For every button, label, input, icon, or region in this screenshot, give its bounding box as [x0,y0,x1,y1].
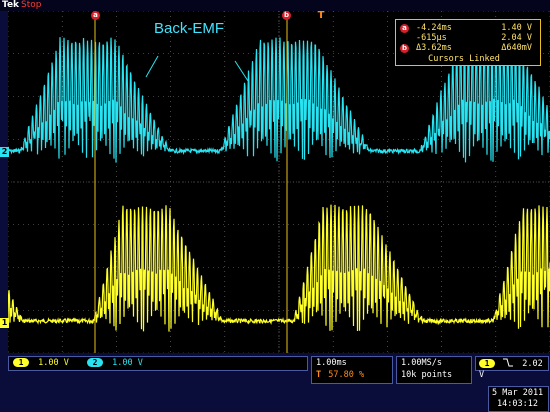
trigger-position-marker[interactable]: T [316,10,326,22]
cursor-b-badge: b [400,44,409,53]
sample-rate: 1.00MS/s [401,358,442,368]
cursor-readout-panel: a -4.24ms 1.40 V -615µs 2.04 V b Δ3.62ms… [395,19,541,66]
falling-edge-icon [503,358,514,367]
channel-1-badge: 1 [13,358,29,367]
trigger-position-icon: T [316,370,322,380]
channel-1-ground-marker[interactable]: 1 [0,318,9,328]
cursor-a-row: a -4.24ms 1.40 V [400,23,536,33]
timebase-scale: 1.00ms [316,358,347,368]
cursor-b-voltage: 2.04 V [501,33,532,43]
cursor-b-top-marker[interactable]: b [282,11,291,20]
channel-2-scale-value: 1.00 V [112,358,143,368]
brand-label: Tek [2,0,20,10]
date-label: 5 Mar 2011 [492,388,544,398]
settings-readout-bar: 1 1.00 V 2 1.00 V 1.00ms T 57.80 % 1.00M… [0,353,550,412]
cursors-linked-label: Cursors Linked [428,54,500,64]
cursor-delta-voltage: Δ640mV [501,43,532,53]
cursor-a-badge: a [400,24,409,33]
annotation-arrow-left [145,55,159,78]
channel-scale-box[interactable]: 1 1.00 V 2 1.00 V [8,356,308,371]
record-length: 10k points [401,370,453,380]
cursor-a-top-marker[interactable]: a [91,11,100,20]
trigger-source-badge: 1 [479,359,495,368]
channel-2-badge: 2 [87,358,103,367]
acquisition-box[interactable]: 1.00MS/s 10k points [396,356,472,384]
cursor-a-time: -4.24ms [416,23,452,33]
cursor-b-row: -615µs 2.04 V [400,33,536,43]
trigger-readout: 1 2.02 V [479,358,548,381]
oscilloscope-display: Tek Stop a b T 2 1 Back-EMF a -4.24ms 1.4… [0,0,550,412]
cursor-delta-row: b Δ3.62ms Δ640mV [400,43,536,53]
trigger-box[interactable]: 1 2.02 V [475,356,549,380]
time-label: 14:03:12 [497,399,538,409]
channel-1-waveform [8,204,550,332]
annotation-arrow-right [234,60,249,82]
timebase-position-row: T 57.80 % [316,370,364,381]
back-emf-annotation: Back-EMF [154,20,225,37]
timebase-position: 57.80 % [328,370,365,380]
cursor-b-time: -615µs [416,33,447,43]
datetime-box: 5 Mar 2011 14:03:12 [488,386,549,412]
status-bar: Tek Stop [0,0,550,11]
channel-2-ground-marker[interactable]: 2 [0,147,9,157]
channel-1-scale-value: 1.00 V [38,358,69,368]
cursor-delta-time: Δ3.62ms [416,43,452,53]
timebase-box[interactable]: 1.00ms T 57.80 % [311,356,393,384]
channel-2-scale[interactable]: 2 1.00 V [87,358,143,369]
channel-1-scale[interactable]: 1 1.00 V [13,358,69,369]
cursor-a-voltage: 1.40 V [501,23,532,33]
run-state-label: Stop [21,0,42,10]
